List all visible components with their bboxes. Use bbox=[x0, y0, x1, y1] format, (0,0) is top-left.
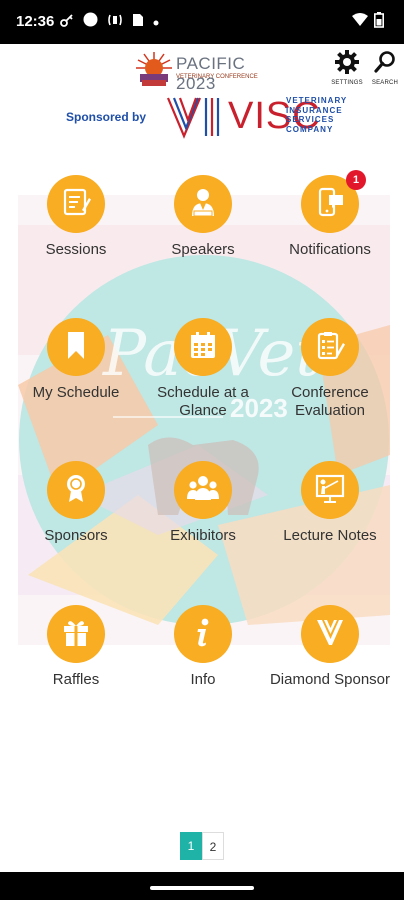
menu-item-diamond-sponsor[interactable]: Diamond Sponsor bbox=[265, 605, 395, 689]
menu-item-label: Lecture Notes bbox=[283, 527, 377, 544]
menu-item-label: Raffles bbox=[52, 671, 100, 688]
menu-item-label: Sponsors bbox=[44, 527, 108, 544]
menu-item-conference-evaluation[interactable]: Conference Evaluation bbox=[265, 318, 395, 420]
menu-item-label: Conference Evaluation bbox=[291, 384, 369, 419]
diamond-sponsor-icon bbox=[314, 616, 346, 653]
menu-item-speakers[interactable]: Speakers bbox=[138, 175, 268, 259]
evaluation-icon bbox=[314, 329, 346, 366]
menu-item-my-schedule[interactable]: My Schedule bbox=[11, 318, 141, 402]
menu-item-label: Notifications bbox=[289, 241, 371, 258]
record-icon bbox=[83, 12, 98, 32]
menu-item-schedule-at-a-glance[interactable]: Schedule at a Glance bbox=[138, 318, 268, 420]
menu-item-sponsors[interactable]: Sponsors bbox=[11, 461, 141, 545]
background-artwork: PacVet 2023 bbox=[18, 195, 390, 645]
dot-icon bbox=[153, 13, 159, 31]
group-icon bbox=[186, 472, 220, 509]
menu-item-label: Diamond Sponsor bbox=[269, 671, 391, 688]
menu-item-notifications[interactable]: 1 Notifications bbox=[265, 170, 395, 259]
pagination: 1 2 bbox=[180, 832, 224, 860]
sim-icon bbox=[132, 13, 144, 32]
key-icon bbox=[60, 13, 74, 32]
notification-badge: 1 bbox=[346, 170, 366, 190]
app-header: PACIFIC 2023 VETERINARY CONFERENCE SETTI… bbox=[0, 44, 404, 144]
speaker-icon bbox=[187, 186, 219, 223]
settings-label: SETTINGS bbox=[331, 80, 363, 86]
status-time: 12:36 bbox=[16, 13, 55, 30]
menu-item-label: Sessions bbox=[45, 241, 107, 258]
search-label: SEARCH bbox=[371, 80, 399, 86]
wifi-icon bbox=[352, 13, 368, 32]
menu-item-lecture-notes[interactable]: Lecture Notes bbox=[265, 461, 395, 545]
system-nav-bar bbox=[0, 872, 404, 900]
gear-icon bbox=[335, 50, 359, 78]
event-logo: PACIFIC 2023 VETERINARY CONFERENCE bbox=[132, 50, 282, 93]
presentation-icon bbox=[313, 472, 347, 509]
menu-item-label: My Schedule bbox=[32, 384, 120, 401]
search-icon bbox=[373, 51, 397, 78]
notification-icon bbox=[314, 186, 346, 223]
search-button[interactable]: SEARCH bbox=[368, 50, 402, 92]
calendar-icon bbox=[187, 329, 219, 366]
page-button-1[interactable]: 1 bbox=[180, 832, 202, 860]
settings-button[interactable]: SETTINGS bbox=[330, 50, 364, 92]
menu-item-info[interactable]: Info bbox=[138, 605, 268, 689]
menu-item-raffles[interactable]: Raffles bbox=[11, 605, 141, 689]
info-icon bbox=[187, 616, 219, 653]
menu-item-label: Schedule at a Glance bbox=[157, 384, 249, 419]
award-icon bbox=[60, 472, 92, 509]
gift-icon bbox=[60, 616, 92, 653]
bookmark-icon bbox=[60, 329, 92, 366]
wireless-icon bbox=[107, 13, 123, 32]
menu-item-label: Speakers bbox=[171, 241, 235, 258]
sponsored-by-text: Sponsored by bbox=[66, 110, 147, 124]
menu-item-exhibitors[interactable]: Exhibitors bbox=[138, 461, 268, 545]
home-gesture-handle[interactable] bbox=[150, 886, 254, 890]
sponsor-logo[interactable]: VISC VETERINARY INSURANCE SERVICES COMPA… bbox=[166, 94, 346, 140]
menu-item-label: Exhibitors bbox=[170, 527, 236, 544]
battery-icon bbox=[374, 12, 384, 33]
sponsor-logo-subtitle: VETERINARY INSURANCE SERVICES COMPANY bbox=[286, 96, 348, 134]
page-button-2[interactable]: 2 bbox=[202, 832, 224, 860]
menu-item-sessions[interactable]: Sessions bbox=[11, 175, 141, 259]
sessions-icon bbox=[60, 186, 92, 223]
event-logo-subtitle: VETERINARY CONFERENCE bbox=[176, 74, 258, 80]
status-bar: 12:36 bbox=[0, 0, 404, 44]
menu-item-label: Info bbox=[190, 671, 216, 688]
